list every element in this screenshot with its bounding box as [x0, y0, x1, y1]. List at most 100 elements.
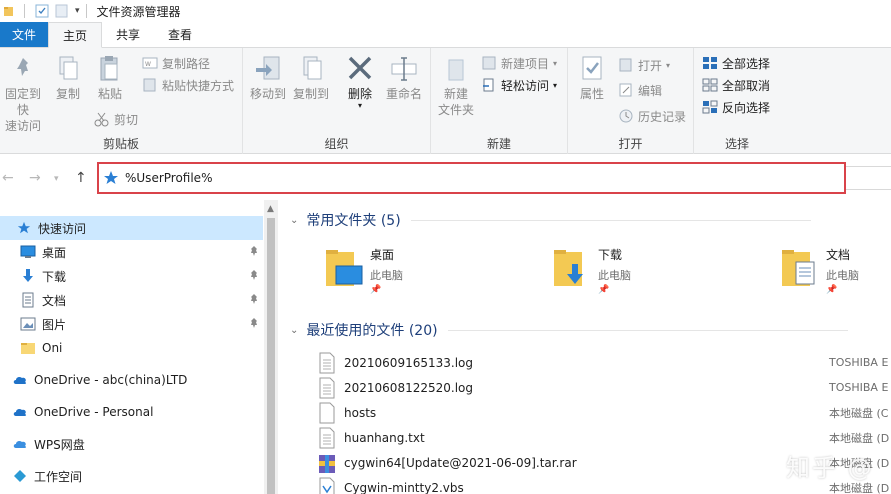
rename-label: 重命名: [385, 87, 422, 101]
properties-button[interactable]: 属性: [574, 54, 610, 102]
up-arrow-icon[interactable]: ↑: [75, 170, 87, 186]
nav-item-label: 桌面: [42, 245, 67, 260]
tile-location: 此电脑: [370, 269, 403, 282]
select-all-label: 全部选择: [722, 56, 771, 71]
copy-path-button[interactable]: W 复制路径: [142, 53, 210, 73]
recent-file-row[interactable]: 20210608122520.log TOSHIBA E: [318, 375, 891, 400]
tile-location: 此电脑: [598, 269, 631, 282]
section-title: 最近使用的文件 (20): [306, 323, 438, 339]
cut-button[interactable]: 剪切: [94, 109, 138, 129]
paste-shortcut-label: 粘贴快捷方式: [162, 78, 235, 93]
folder-icon[interactable]: [4, 4, 18, 18]
invert-selection-label: 反向选择: [722, 100, 771, 115]
tab-share[interactable]: 共享: [102, 22, 154, 47]
delete-button[interactable]: 删除 ▾: [344, 54, 376, 110]
address-bar[interactable]: %UserProfile%: [97, 162, 846, 194]
pin-icon[interactable]: [249, 245, 259, 257]
recent-file-row[interactable]: 20210609165133.log TOSHIBA E: [318, 350, 891, 375]
copy-path-icon: W: [142, 57, 158, 69]
frequent-folders-header[interactable]: ⌄ 常用文件夹 (5): [290, 210, 811, 230]
select-all-button[interactable]: 全部选择: [702, 53, 770, 73]
desktop-icon: [20, 244, 36, 260]
nav-item-onedrive-abc[interactable]: OneDrive - abc(china)LTD: [0, 368, 263, 392]
file-name: 20210608122520.log: [344, 380, 473, 395]
nav-item-desktop[interactable]: 桌面: [0, 240, 263, 264]
history-label: 历史记录: [638, 109, 687, 124]
recent-file-row[interactable]: huanhang.txt 本地磁盘 (D: [318, 425, 891, 450]
tab-home[interactable]: 主页: [48, 22, 103, 48]
copy-icon: [59, 56, 78, 80]
script-file-icon: [319, 477, 335, 494]
frequent-folder-tile[interactable]: 下载 此电脑 📌: [552, 244, 631, 295]
new-folder-button[interactable]: 新建 文件夹: [435, 54, 477, 118]
recent-files-header[interactable]: ⌄ 最近使用的文件 (20): [290, 320, 848, 340]
paste-shortcut-button[interactable]: 粘贴快捷方式: [142, 75, 234, 95]
recent-locations-chevron-icon[interactable]: ▾: [54, 174, 59, 184]
select-none-icon: [702, 78, 718, 92]
section-divider: [447, 329, 848, 331]
pin-icon[interactable]: [249, 269, 259, 281]
tile-name: 下载: [598, 248, 623, 262]
recent-file-row[interactable]: hosts 本地磁盘 (C: [318, 400, 891, 425]
back-arrow-icon[interactable]: ←: [2, 170, 14, 186]
history-button[interactable]: 历史记录: [618, 106, 686, 126]
nav-item-pictures[interactable]: 图片: [0, 312, 263, 336]
rename-button[interactable]: 重命名: [384, 54, 424, 102]
new-item-button[interactable]: 新建项目 ▾: [481, 53, 557, 73]
cloud-icon: [12, 404, 28, 420]
quick-access-dropdown-icon[interactable]: ▾: [75, 6, 80, 16]
copy-to-button[interactable]: 复制到: [291, 54, 331, 102]
frequent-folder-tile[interactable]: 文档 此电脑 📌: [780, 244, 859, 295]
paste-button[interactable]: 粘贴: [94, 54, 126, 102]
title-bar: ▾ 文件资源管理器: [0, 0, 891, 22]
delete-dropdown-icon[interactable]: ▾: [358, 102, 362, 110]
pin-icon[interactable]: [249, 293, 259, 305]
new-item-dropdown-icon[interactable]: ▾: [553, 59, 557, 68]
nav-item-wps-cloud[interactable]: WPS网盘: [0, 432, 263, 456]
tile-name: 桌面: [370, 248, 395, 262]
open-dropdown-icon[interactable]: ▾: [666, 61, 670, 70]
edit-icon: [619, 83, 632, 97]
open-group: 属性 打开 ▾ 编辑 历史记录 打开: [568, 48, 694, 154]
pin-icon: 📌: [370, 285, 382, 295]
open-button[interactable]: 打开 ▾: [618, 55, 670, 75]
separator: [24, 4, 25, 18]
easy-access-button[interactable]: 轻松访问 ▾: [481, 75, 557, 95]
navigation-pane: 快速访问 桌面 下载 文档 图片 Oni OneDrive - abc(chin…: [0, 212, 263, 494]
invert-selection-button[interactable]: 反向选择: [702, 97, 770, 117]
new-folder-icon[interactable]: [55, 4, 69, 18]
pictures-icon: [20, 316, 36, 332]
text-file-icon: [319, 427, 335, 448]
nav-item-documents[interactable]: 文档: [0, 288, 263, 312]
select-all-icon: [703, 57, 717, 69]
tab-file[interactable]: 文件: [0, 22, 49, 47]
select-none-button[interactable]: 全部取消: [702, 75, 770, 95]
pin-label: 固定到快 速访问: [4, 87, 41, 133]
nav-item-downloads[interactable]: 下载: [0, 264, 263, 288]
frequent-folder-tile[interactable]: 桌面 此电脑 📌: [324, 244, 403, 295]
address-bar-extension: [846, 166, 891, 190]
easy-access-dropdown-icon[interactable]: ▾: [553, 81, 557, 90]
nav-item-workspace[interactable]: 工作空间: [0, 464, 263, 488]
cloud-icon: [12, 372, 28, 388]
properties-icon[interactable]: [35, 4, 49, 18]
log-file-icon: [319, 377, 335, 398]
forward-arrow-icon[interactable]: →: [29, 170, 41, 186]
move-to-icon: [256, 56, 280, 80]
copy-button[interactable]: 复制: [52, 54, 84, 102]
nav-item-oni[interactable]: Oni: [0, 336, 263, 360]
tab-view[interactable]: 查看: [154, 22, 206, 47]
quick-access-star-icon: [104, 171, 118, 184]
scrollbar-thumb[interactable]: [267, 218, 275, 494]
nav-item-onedrive-personal[interactable]: OneDrive - Personal: [0, 400, 263, 424]
address-input[interactable]: %UserProfile%: [125, 171, 212, 185]
properties-label: 属性: [579, 87, 604, 101]
pin-icon[interactable]: [249, 317, 259, 329]
edit-button[interactable]: 编辑: [618, 80, 662, 100]
scroll-up-arrow-icon[interactable]: ▲: [267, 204, 274, 214]
pin-to-quick-access-button[interactable]: 固定到快 速访问: [0, 54, 46, 134]
move-to-button[interactable]: 移动到: [248, 54, 288, 102]
paste-label: 粘贴: [97, 87, 122, 101]
nav-pane-scrollbar[interactable]: ▲: [264, 200, 278, 494]
nav-item-quick-access[interactable]: 快速访问: [0, 216, 263, 240]
